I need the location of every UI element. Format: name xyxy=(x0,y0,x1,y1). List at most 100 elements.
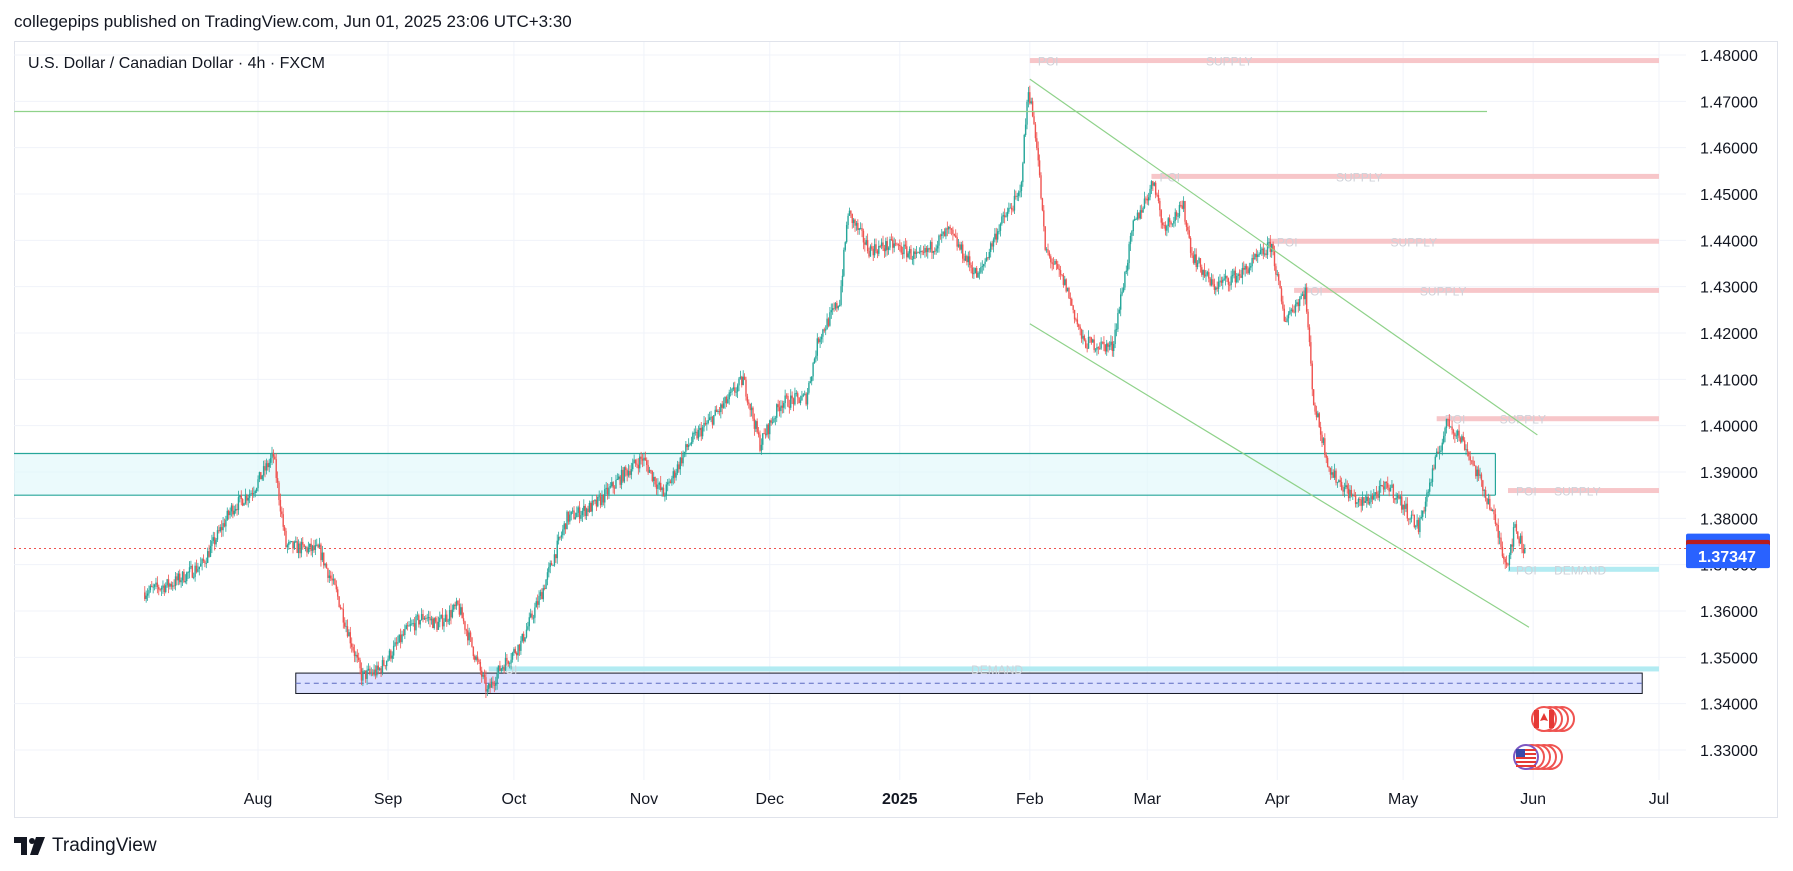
candle-body xyxy=(694,431,697,433)
candle xyxy=(777,399,779,412)
candle xyxy=(1140,204,1143,219)
candle xyxy=(710,410,712,423)
candle-body xyxy=(1043,210,1045,227)
candle xyxy=(1094,348,1097,353)
candle xyxy=(1017,190,1020,202)
candle xyxy=(1463,437,1466,451)
candle xyxy=(845,221,848,244)
candle-body xyxy=(1354,495,1357,505)
candle xyxy=(531,610,533,620)
candle xyxy=(1227,277,1230,292)
candle-body xyxy=(692,432,694,443)
candle xyxy=(1024,118,1027,137)
candle-body xyxy=(1336,482,1339,484)
candle-body xyxy=(1283,308,1285,322)
candle-body xyxy=(962,244,964,259)
candle xyxy=(602,494,605,506)
candle xyxy=(1241,262,1244,285)
candle xyxy=(409,617,412,632)
candle-body xyxy=(488,684,490,690)
candle-body xyxy=(485,677,487,692)
candle xyxy=(1403,500,1406,516)
candle-body xyxy=(353,650,356,657)
candle-body xyxy=(1458,430,1460,438)
candle-body xyxy=(1291,309,1294,312)
candle-body xyxy=(357,657,360,661)
candle-body xyxy=(255,488,258,492)
candle-body xyxy=(1501,546,1504,557)
candle-body xyxy=(792,398,795,405)
candle-body xyxy=(826,318,828,330)
candle-body xyxy=(936,245,939,249)
candle-body xyxy=(1085,340,1087,348)
candle xyxy=(1501,541,1504,558)
candle-body xyxy=(609,486,612,488)
candle-body xyxy=(213,537,216,545)
candle xyxy=(815,350,817,363)
candle-body xyxy=(927,248,929,253)
candle-body xyxy=(862,230,865,243)
candle-body xyxy=(1420,516,1423,518)
candle-body xyxy=(1515,524,1518,532)
candle xyxy=(1515,520,1518,534)
candle-body xyxy=(309,543,311,548)
candle-body xyxy=(1427,491,1430,493)
candle-body xyxy=(1101,341,1104,343)
price-chart[interactable]: POISUPPLYPOISUPPLYPOISUPPLYPOISUPPLYPOIS… xyxy=(0,0,1793,871)
candle-body xyxy=(727,399,729,404)
candle-body xyxy=(1173,220,1175,224)
candle-body xyxy=(967,256,970,263)
candle xyxy=(841,269,844,293)
candle xyxy=(792,397,795,412)
candle-body xyxy=(303,544,305,548)
candle xyxy=(1415,524,1417,530)
candle xyxy=(704,417,707,426)
candle-body xyxy=(1031,101,1034,117)
candle xyxy=(461,603,463,619)
candle xyxy=(303,543,305,548)
candle-body xyxy=(1220,280,1223,283)
candle-body xyxy=(476,656,479,660)
candle-body xyxy=(571,510,574,512)
candle-body xyxy=(1343,486,1346,492)
candle-body xyxy=(465,629,468,631)
candle xyxy=(318,537,321,548)
candle xyxy=(1289,307,1291,316)
candle xyxy=(313,539,315,553)
candle xyxy=(158,584,160,596)
candle-body xyxy=(664,496,666,497)
candle-body xyxy=(525,629,528,638)
candle-body xyxy=(504,657,507,671)
candle xyxy=(557,531,560,545)
candle xyxy=(984,258,986,268)
candle-body xyxy=(981,266,983,268)
candle-body xyxy=(468,632,470,641)
candle-body xyxy=(337,589,339,597)
candle-body xyxy=(893,243,895,248)
candle xyxy=(822,328,824,343)
candle-body xyxy=(412,623,414,624)
candle-body xyxy=(257,479,259,489)
candle xyxy=(462,612,465,625)
candle-body xyxy=(896,243,898,245)
candle-body xyxy=(1245,265,1248,270)
candle-body xyxy=(1177,216,1179,218)
candle-body xyxy=(1257,254,1259,257)
candle xyxy=(797,391,799,405)
candle-body xyxy=(286,545,289,548)
candle xyxy=(956,232,958,251)
candle-body xyxy=(1339,480,1341,482)
candle xyxy=(309,543,311,553)
candle-body xyxy=(1001,216,1003,224)
candle xyxy=(583,499,585,517)
candle-body xyxy=(482,674,484,677)
candle-body xyxy=(261,475,263,480)
candle-body xyxy=(762,433,764,445)
candle-body xyxy=(395,642,398,644)
candle-body xyxy=(1447,418,1449,420)
candle-body xyxy=(1029,92,1031,104)
candle xyxy=(1416,514,1418,529)
candle xyxy=(1394,498,1396,504)
candle xyxy=(784,389,786,410)
candle-body xyxy=(359,660,361,669)
